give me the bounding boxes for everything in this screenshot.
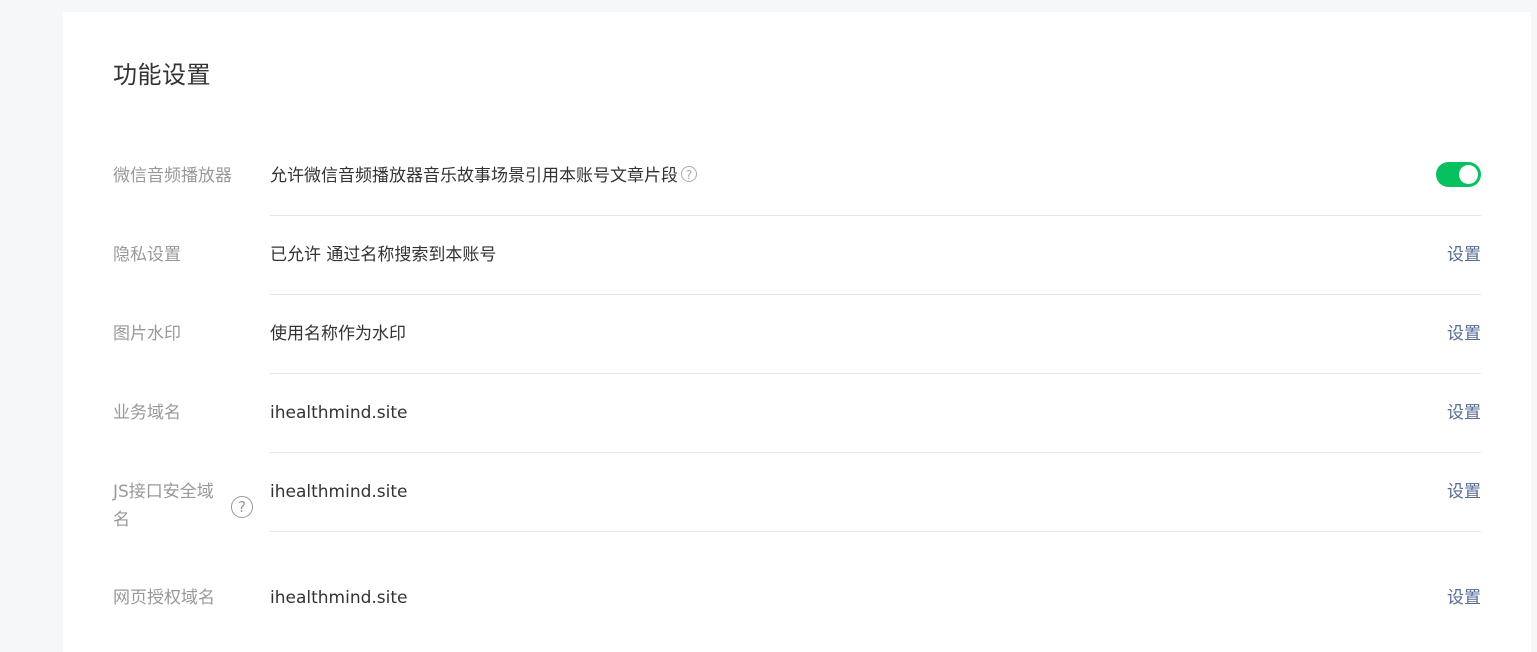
divider <box>270 531 1481 532</box>
setting-label-business-domain: 业务域名 <box>113 403 181 423</box>
question-circle-icon[interactable]: ? <box>681 166 697 182</box>
setting-value-watermark: 使用名称作为水印 <box>270 324 406 344</box>
question-circle-icon[interactable]: ? <box>231 496 253 518</box>
watermark-settings-link[interactable]: 设置 <box>1447 320 1481 348</box>
setting-label-privacy: 隐私设置 <box>113 245 181 265</box>
divider <box>270 294 1481 295</box>
setting-value-privacy: 已允许 通过名称搜索到本账号 <box>270 245 497 265</box>
setting-label-watermark: 图片水印 <box>113 324 181 344</box>
setting-label-audio-player: 微信音频播放器 <box>113 166 232 186</box>
divider <box>270 215 1481 216</box>
setting-value-js-domain: ihealthmind.site <box>270 482 408 502</box>
page-title: 功能设置 <box>113 61 211 89</box>
setting-label-js-domain: JS接口安全域名 <box>113 482 214 530</box>
privacy-settings-link[interactable]: 设置 <box>1447 241 1481 269</box>
business-domain-settings-link[interactable]: 设置 <box>1447 399 1481 427</box>
audio-player-toggle[interactable] <box>1436 162 1481 187</box>
web-auth-domain-settings-link[interactable]: 设置 <box>1447 584 1481 612</box>
setting-value-web-auth-domain: ihealthmind.site <box>270 588 408 608</box>
setting-value-audio-player: 允许微信音频播放器音乐故事场景引用本账号文章片段? <box>270 162 697 190</box>
settings-card: 功能设置 微信音频播放器 允许微信音频播放器音乐故事场景引用本账号文章片段? 隐… <box>63 12 1531 652</box>
setting-value-business-domain: ihealthmind.site <box>270 403 408 423</box>
divider <box>270 373 1481 374</box>
setting-value-text: 允许微信音频播放器音乐故事场景引用本账号文章片段 <box>270 166 678 186</box>
page-edge <box>1531 0 1537 644</box>
divider <box>270 452 1481 453</box>
toggle-knob <box>1459 165 1478 184</box>
setting-label-web-auth-domain: 网页授权域名 <box>113 588 215 608</box>
js-domain-settings-link[interactable]: 设置 <box>1447 478 1481 506</box>
